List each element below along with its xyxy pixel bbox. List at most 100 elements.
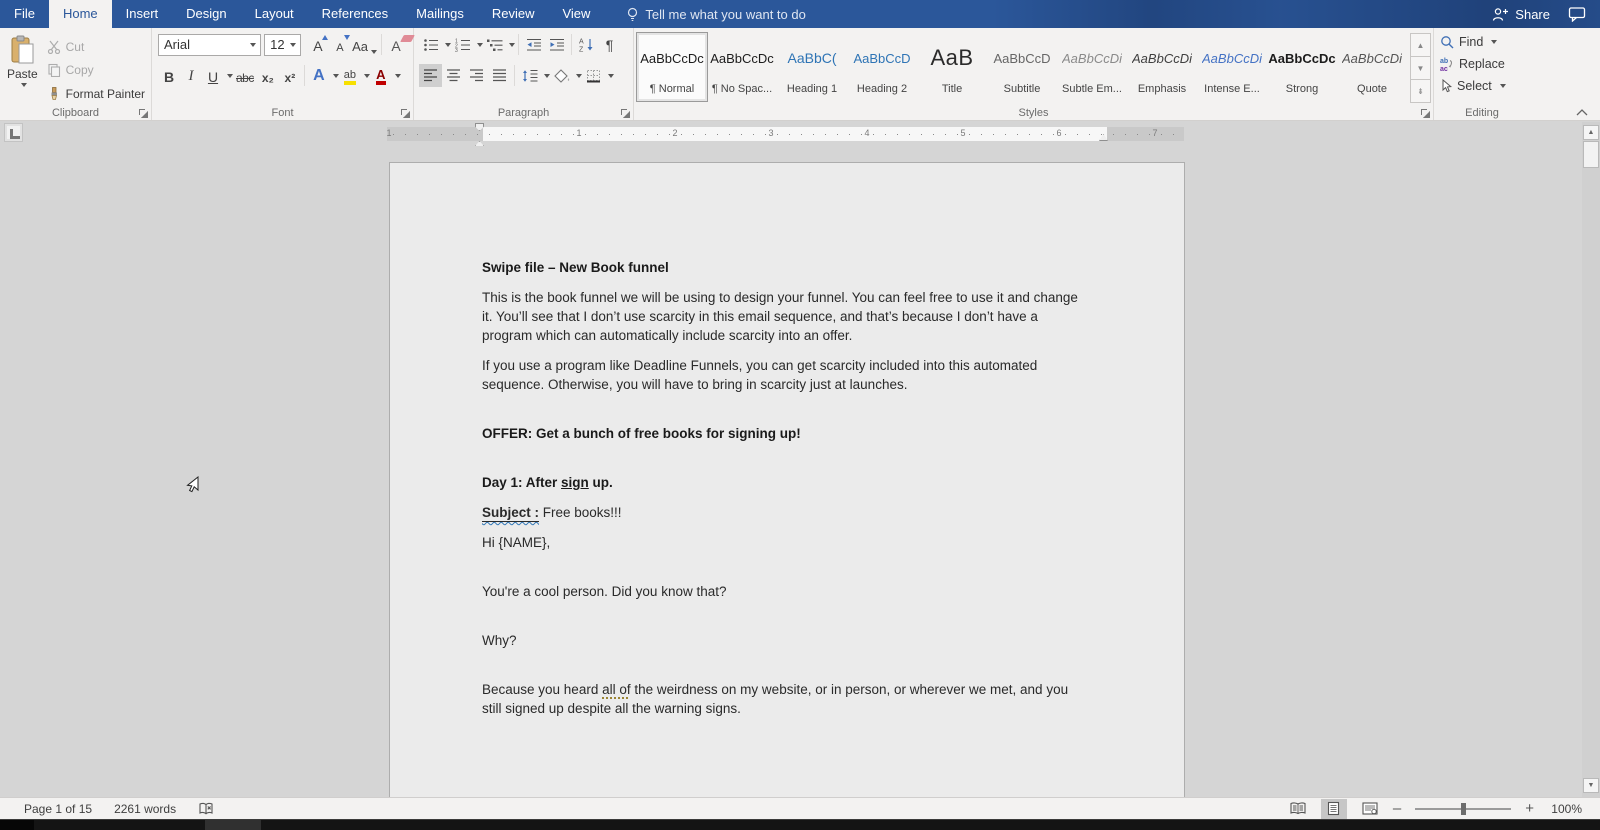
tell-me-box[interactable]: Tell me what you want to do [626,0,806,28]
copy-button[interactable]: Copy [43,60,149,80]
select-button[interactable]: Select [1436,75,1528,97]
tab-review[interactable]: Review [478,0,549,28]
word-count[interactable]: 2261 words [114,802,176,816]
styles-scroll-down-button[interactable]: ▼ [1410,56,1431,80]
style-card-title[interactable]: AaB Title [917,33,987,101]
tab-design[interactable]: Design [172,0,240,28]
align-right-button[interactable] [465,64,488,87]
zoom-level[interactable]: 100% [1544,802,1582,816]
justify-icon [492,69,506,82]
style-sample: AaBbCcDc [640,50,704,66]
text-run: Because you heard [482,682,603,697]
format-painter-button[interactable]: Format Painter [43,84,149,104]
tab-stop-selector[interactable] [4,123,23,142]
print-layout-button[interactable] [1320,798,1347,819]
clear-formatting-button[interactable]: A [385,33,407,56]
tab-layout[interactable]: Layout [241,0,308,28]
svg-text:ab: ab [1440,58,1448,65]
style-card-strong[interactable]: AaBbCcDc Strong [1267,33,1337,101]
proofing-errors-icon[interactable] [198,802,215,816]
underline-button[interactable]: U [202,64,224,87]
scroll-down-button[interactable]: ▼ [1583,778,1599,793]
web-layout-button[interactable] [1357,799,1383,819]
tab-view[interactable]: View [548,0,604,28]
document-page[interactable]: Swipe file – New Book funnel This is the … [389,162,1185,797]
style-card-subtitle[interactable]: AaBbCcD Subtitle [987,33,1057,101]
ruler-number: 6 [1056,128,1062,138]
comments-icon[interactable] [1568,6,1586,22]
read-mode-button[interactable] [1285,799,1311,819]
tab-file[interactable]: File [0,0,49,28]
find-button[interactable]: Find [1436,31,1528,53]
word-window: File Home Insert Design Layout References Mail… [0,0,1600,830]
tab-insert[interactable]: Insert [112,0,173,28]
vertical-scrollbar[interactable]: ▲ ▼ [1582,122,1600,797]
shading-button[interactable] [550,64,573,87]
multilevel-list-button[interactable] [483,33,506,56]
zoom-out-button[interactable]: – [1393,800,1401,817]
superscript-button[interactable]: x² [279,64,301,87]
italic-button[interactable]: I [180,64,202,87]
svg-text:3: 3 [455,48,458,52]
paragraph: Swipe file – New Book funnel [482,258,1088,277]
tab-references[interactable]: References [308,0,402,28]
decrease-indent-button[interactable] [522,33,545,56]
tab-mailings[interactable]: Mailings [402,0,478,28]
style-card--normal[interactable]: AaBbCcDc ¶ Normal [636,32,708,102]
align-left-button[interactable] [419,64,442,87]
styles-more-button[interactable]: ⇟ [1410,79,1431,103]
page-indicator[interactable]: Page 1 of 15 [24,802,92,816]
tab-home[interactable]: Home [48,0,112,28]
strikethrough-button[interactable]: abc [233,64,257,87]
style-card-subtle-em-[interactable]: AaBbCcDi Subtle Em... [1057,33,1127,101]
ruler-number: 5 [960,128,966,138]
zoom-slider-thumb[interactable] [1461,802,1467,815]
cut-button[interactable]: Cut [43,37,149,57]
shrink-font-button[interactable]: A [329,33,351,56]
ruler-bar[interactable]: 1 1 2 3 4 5 6 7 [386,123,1184,150]
style-card-quote[interactable]: AaBbCcDi Quote [1337,33,1407,101]
paste-dropdown-arrow[interactable] [20,83,27,87]
styles-dialog-launcher[interactable] [1420,108,1430,118]
zoom-in-button[interactable]: + [1525,800,1534,817]
change-case-button[interactable]: Aa [351,33,378,56]
grow-font-button[interactable]: A [307,33,329,56]
increase-indent-button[interactable] [545,33,568,56]
subscript-button[interactable]: x₂ [257,64,279,87]
multilevel-dropdown-arrow[interactable] [509,42,515,47]
paragraph: If you use a program like Deadline Funne… [482,356,1088,394]
paragraph-dialog-launcher[interactable] [620,108,630,118]
font-color-button[interactable]: A [370,64,392,87]
align-center-button[interactable] [442,64,465,87]
borders-dropdown-arrow[interactable] [608,73,614,78]
font-family-combobox[interactable]: Arial [158,33,262,56]
line-spacing-button[interactable] [518,64,541,87]
style-card-heading-2[interactable]: AaBbCcD Heading 2 [847,33,917,101]
style-card-emphasis[interactable]: AaBbCcDi Emphasis [1127,33,1197,101]
ruler-number: 2 [672,128,678,138]
clipboard-dialog-launcher[interactable] [138,108,148,118]
share-button[interactable]: Share [1492,7,1550,22]
style-card-intense-e-[interactable]: AaBbCcDi Intense E... [1197,33,1267,101]
text-effects-button[interactable]: A [308,64,330,87]
font-dialog-launcher[interactable] [400,108,410,118]
replace-button[interactable]: ab ac Replace [1436,53,1528,75]
justify-button[interactable] [488,64,511,87]
style-card--no-spac-[interactable]: AaBbCcDc ¶ No Spac... [707,33,777,101]
bold-button[interactable]: B [158,64,180,87]
scrollbar-thumb[interactable] [1583,141,1599,168]
sort-button[interactable]: AZ [575,33,598,56]
paste-button[interactable]: Paste [2,31,43,104]
styles-scroll-up-button[interactable]: ▲ [1410,33,1431,57]
style-card-heading-1[interactable]: AaBbC(Heading 1 [777,33,847,101]
borders-button[interactable] [582,64,605,87]
font-size-combobox[interactable]: 12 [264,33,301,56]
zoom-slider[interactable] [1415,802,1512,815]
bullets-button[interactable] [419,33,442,56]
show-hide-pilcrow-button[interactable]: ¶ [598,33,621,56]
collapse-ribbon-button[interactable] [1576,109,1588,116]
numbering-button[interactable]: 123 [451,33,474,56]
highlight-color-button[interactable]: ab [339,64,361,87]
font-color-dropdown-arrow[interactable] [394,73,401,78]
scroll-up-button[interactable]: ▲ [1583,125,1599,140]
